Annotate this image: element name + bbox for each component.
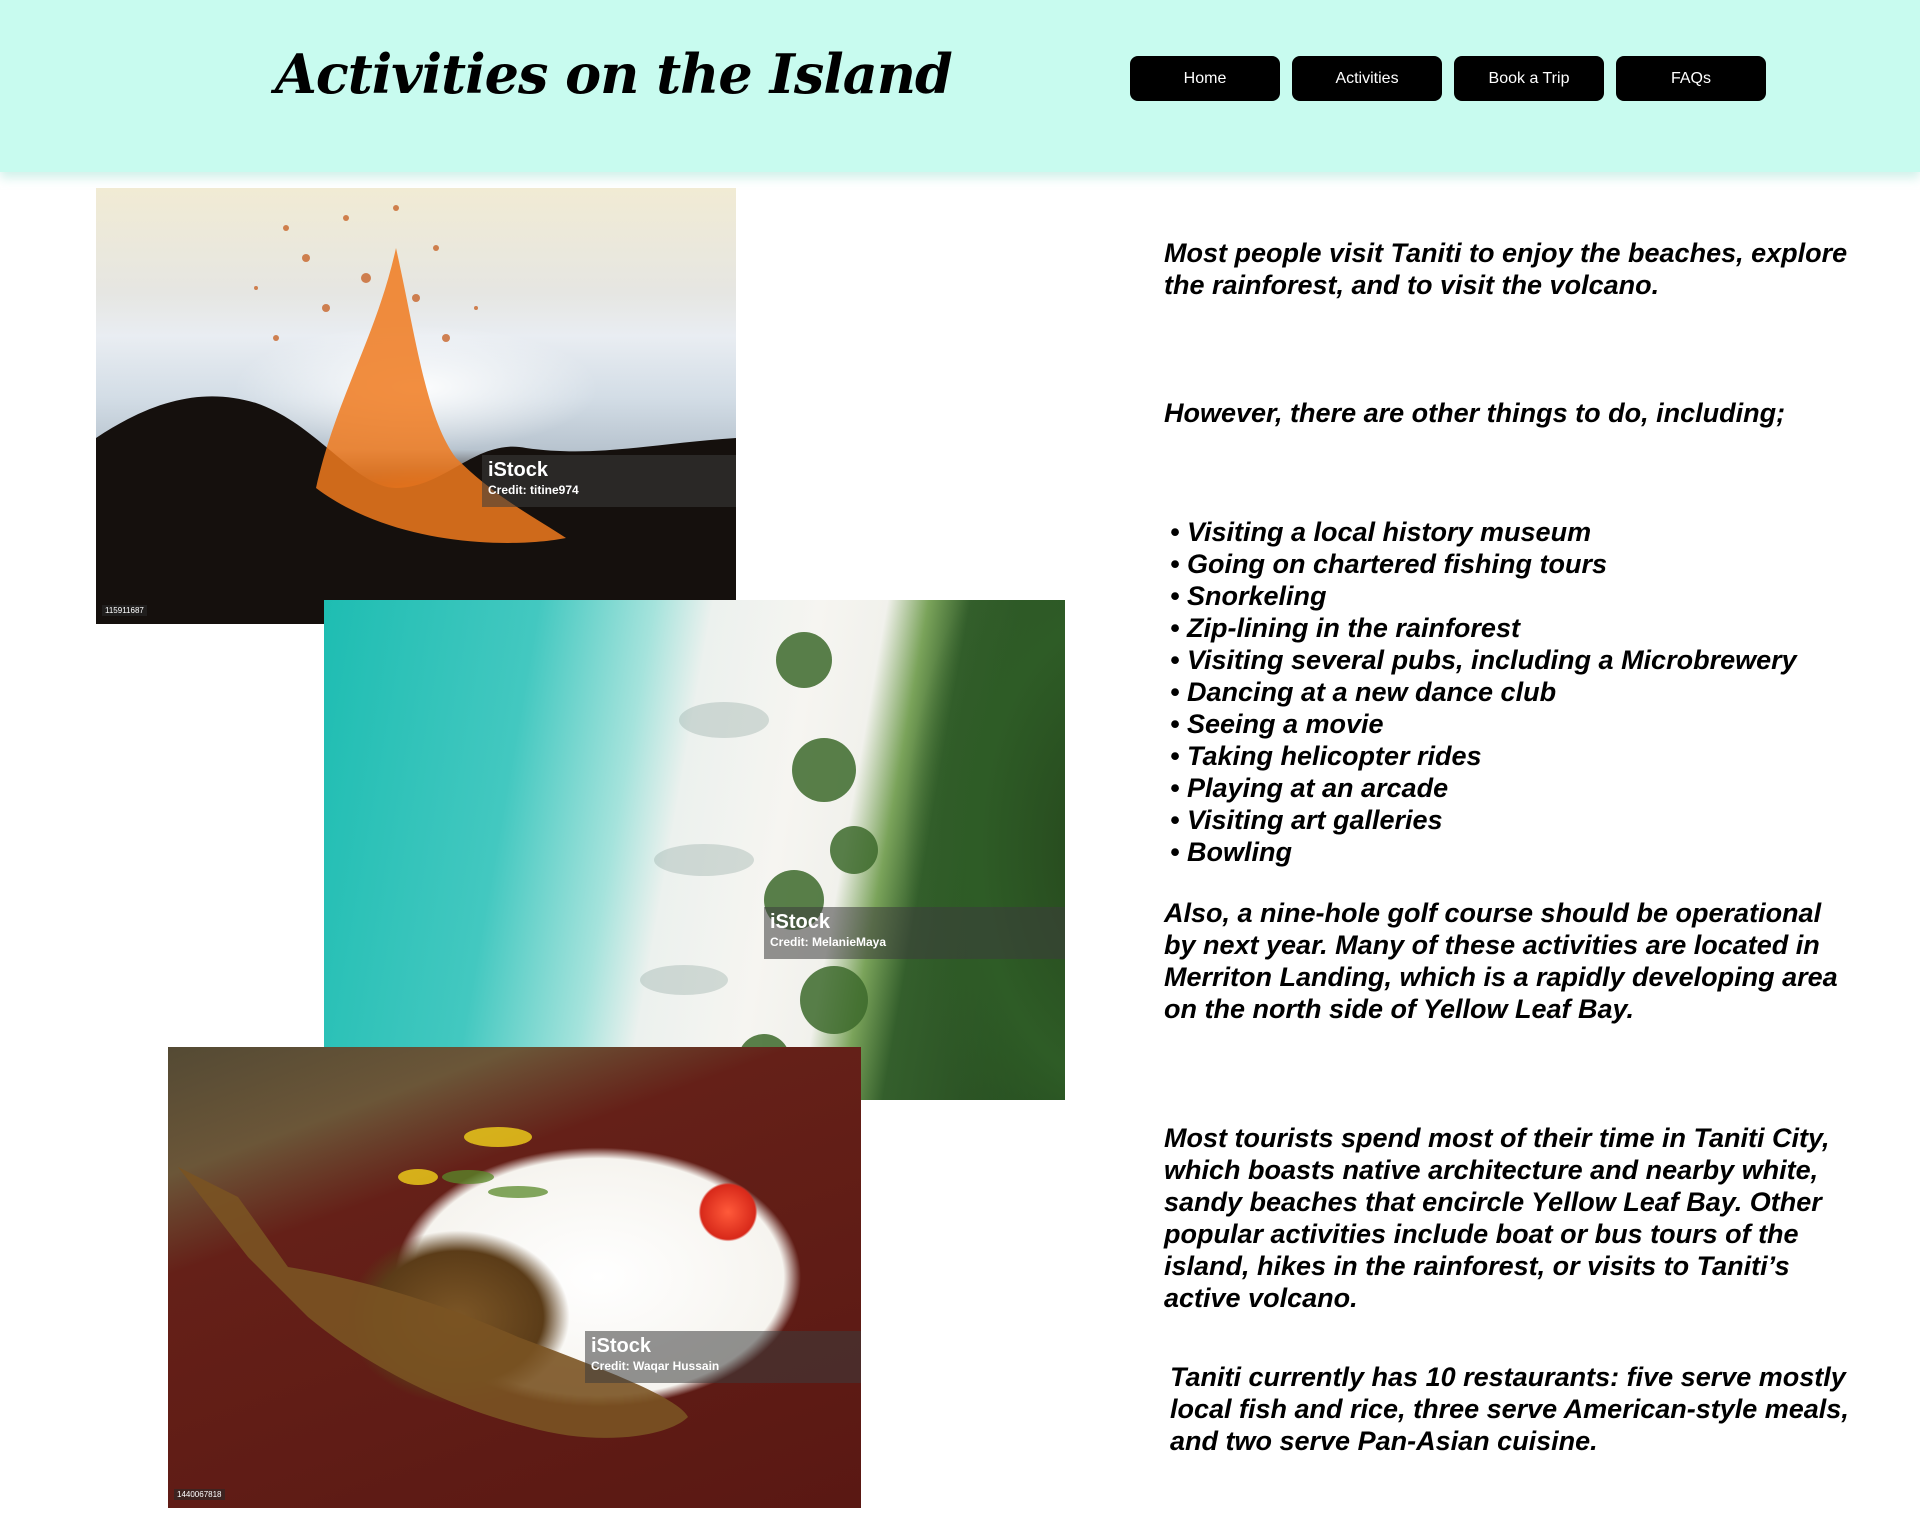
istock-watermark: iStock Credit: Waqar Hussain bbox=[585, 1331, 861, 1383]
activity-list: Visiting a local history museum Going on… bbox=[1170, 516, 1797, 868]
beach-photo: iStock Credit: MelanieMaya 1220728836 bbox=[324, 600, 1065, 1100]
list-item: Seeing a movie bbox=[1170, 708, 1797, 740]
istock-watermark: iStock Credit: MelanieMaya bbox=[764, 907, 1065, 959]
list-item: Visiting several pubs, including a Micro… bbox=[1170, 644, 1797, 676]
list-item: Zip-lining in the rainforest bbox=[1170, 612, 1797, 644]
watermark-brand: iStock bbox=[591, 1335, 652, 1357]
photo-credit: Credit: titine974 bbox=[488, 483, 579, 497]
nav-activities-button[interactable]: Activities bbox=[1292, 56, 1442, 101]
main-nav: Home Activities Book a Trip FAQs bbox=[1130, 56, 1766, 101]
nav-faqs-button[interactable]: FAQs bbox=[1616, 56, 1766, 101]
tourists-paragraph: Most tourists spend most of their time i… bbox=[1164, 1123, 1830, 1313]
list-item: Bowling bbox=[1170, 836, 1797, 868]
palm-trees-graphic bbox=[640, 632, 878, 1086]
fish-plate-graphic bbox=[178, 1127, 688, 1438]
nav-home-button[interactable]: Home bbox=[1130, 56, 1280, 101]
however-paragraph: However, there are other things to do, i… bbox=[1164, 398, 1786, 428]
watermark-brand: iStock bbox=[488, 459, 549, 481]
fish-photo: iStock Credit: Waqar Hussain 1440067818 bbox=[168, 1047, 861, 1508]
list-item: Snorkeling bbox=[1170, 580, 1797, 612]
list-item: Visiting a local history museum bbox=[1170, 516, 1797, 548]
list-item: Visiting art galleries bbox=[1170, 804, 1797, 836]
stock-id: 1440067818 bbox=[174, 1489, 225, 1500]
volcano-photo: iStock Credit: titine974 115911687 bbox=[96, 188, 736, 624]
stock-id: 115911687 bbox=[102, 605, 147, 616]
lava-spray-graphic bbox=[96, 205, 736, 624]
list-item: Going on chartered fishing tours bbox=[1170, 548, 1797, 580]
golf-paragraph: Also, a nine-hole golf course should be … bbox=[1164, 898, 1838, 1024]
nav-book-trip-button[interactable]: Book a Trip bbox=[1454, 56, 1604, 101]
photo-credit: Credit: Waqar Hussain bbox=[591, 1359, 720, 1373]
watermark-brand: iStock bbox=[770, 911, 831, 933]
list-item: Taking helicopter rides bbox=[1170, 740, 1797, 772]
site-header: Activities on the Island Home Activities… bbox=[0, 0, 1920, 172]
page-title: Activities on the Island bbox=[275, 42, 953, 106]
list-item: Playing at an arcade bbox=[1170, 772, 1797, 804]
intro-paragraph: Most people visit Taniti to enjoy the be… bbox=[1164, 238, 1848, 300]
istock-watermark: iStock Credit: titine974 bbox=[482, 455, 736, 507]
list-item: Dancing at a new dance club bbox=[1170, 676, 1797, 708]
photo-credit: Credit: MelanieMaya bbox=[770, 935, 887, 949]
restaurants-paragraph: Taniti currently has 10 restaurants: fiv… bbox=[1170, 1362, 1849, 1456]
